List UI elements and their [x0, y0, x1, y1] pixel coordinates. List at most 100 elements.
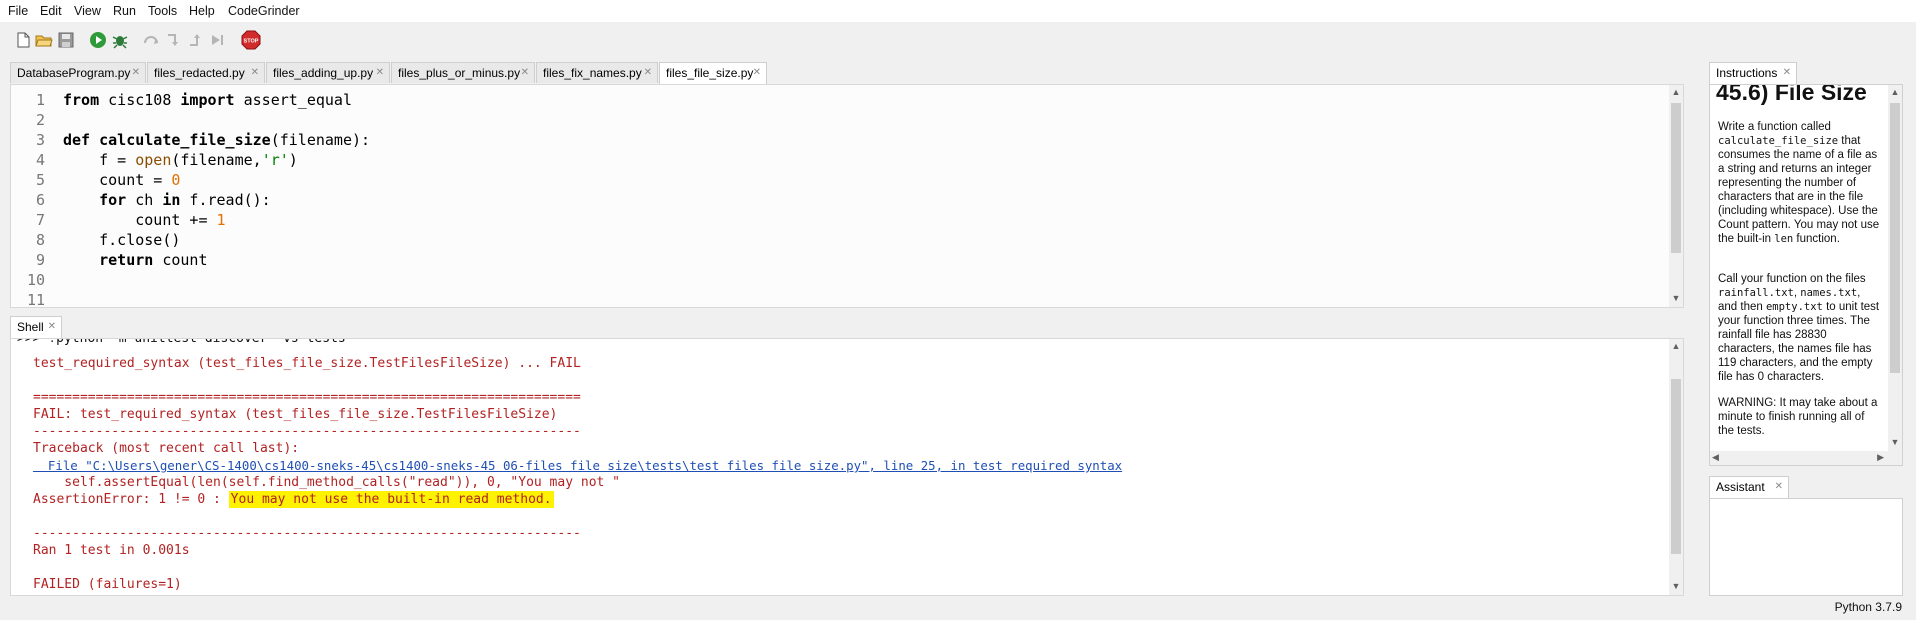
scroll-up-icon[interactable]: ▲ [1888, 87, 1902, 97]
line-number: 4 [35, 151, 45, 169]
shell-output-line: FAILED (failures=1) [33, 577, 182, 592]
interpreter-status[interactable]: Python 3.7.9 [1835, 600, 1902, 614]
code-line[interactable]: f.close() [63, 231, 180, 249]
shell-tab-bar: Shell ✕ [10, 316, 70, 338]
line-number: 8 [35, 231, 45, 249]
close-icon[interactable]: ✕ [376, 63, 384, 83]
tab-files-file-size[interactable]: files_file_size.py ✕ [659, 62, 767, 84]
scroll-down-icon[interactable]: ▼ [1888, 437, 1902, 447]
instructions-paragraph-2: Call your function on the files rainfall… [1718, 273, 1880, 383]
line-number: 6 [35, 191, 45, 209]
code-line[interactable]: for ch in f.read(): [63, 191, 271, 209]
tab-label: Instructions [1716, 66, 1778, 80]
tab-files-fix-names[interactable]: files_fix_names.py ✕ [536, 62, 658, 83]
tab-files-redacted[interactable]: files_redacted.py ✕ [147, 62, 265, 83]
instructions-title: 45.6) File Size [1716, 84, 1867, 105]
traceback-file-link[interactable]: File "C:\Users\gener\CS-1400\cs1400-snek… [33, 458, 1122, 473]
shell-output-line: test_required_syntax (test_files_file_si… [33, 356, 581, 371]
shell-separator: ----------------------------------------… [33, 526, 581, 541]
code-line[interactable]: count += 1 [63, 211, 225, 229]
assertion-error-prefix: AssertionError: 1 != 0 : [33, 492, 229, 507]
shell-output-line: Traceback (most recent call last): [33, 441, 300, 456]
tab-label: files_fix_names.py [543, 66, 642, 80]
code-line[interactable]: count = 0 [63, 171, 180, 189]
menu-run[interactable]: Run [113, 4, 136, 18]
close-icon[interactable]: ✕ [1783, 63, 1791, 83]
menu-file[interactable]: File [8, 4, 28, 18]
shell-console[interactable]: >>> !python -m unittest discover -vs tes… [10, 338, 1684, 596]
scroll-down-icon[interactable]: ▼ [1669, 581, 1683, 591]
scroll-left-icon[interactable]: ◀ [1712, 452, 1719, 463]
editor-tab-bar: DatabaseProgram.py ✕ files_redacted.py ✕ f… [10, 62, 1682, 84]
code-line[interactable]: return count [63, 251, 207, 269]
shell-scrollbar[interactable]: ▲ ▼ [1669, 339, 1683, 595]
close-icon[interactable]: ✕ [753, 63, 761, 83]
stop-icon[interactable]: STOP [241, 30, 261, 50]
line-number: 1 [35, 91, 45, 109]
menu-help[interactable]: Help [189, 4, 215, 18]
tab-databaseprogram[interactable]: DatabaseProgram.py ✕ [10, 62, 146, 83]
code-line[interactable]: from cisc108 import assert_equal [63, 91, 352, 109]
shell-separator: ----------------------------------------… [33, 424, 581, 439]
assistant-panel [1709, 498, 1903, 596]
menu-edit[interactable]: Edit [40, 4, 62, 18]
scroll-thumb[interactable] [1671, 379, 1681, 554]
tab-assistant[interactable]: Assistant ✕ [1709, 476, 1789, 498]
tab-label: DatabaseProgram.py [17, 66, 131, 80]
tab-label: Assistant [1716, 480, 1765, 494]
run-icon[interactable] [89, 31, 107, 49]
tab-instructions[interactable]: Instructions ✕ [1709, 62, 1797, 84]
new-file-icon[interactable] [14, 31, 32, 49]
instructions-panel: 45.6) File Size Write a function called … [1709, 84, 1903, 466]
tab-files-plus-or-minus[interactable]: files_plus_or_minus.py ✕ [391, 62, 535, 83]
scroll-up-icon[interactable]: ▲ [1669, 87, 1683, 97]
toolbar: STOP [0, 22, 1916, 58]
step-into-icon[interactable] [164, 31, 182, 49]
close-icon[interactable]: ✕ [48, 317, 56, 337]
close-icon[interactable]: ✕ [521, 63, 529, 83]
shell-prompt: >>> !python -m unittest discover -vs tes… [17, 338, 346, 346]
close-icon[interactable]: ✕ [1775, 477, 1783, 497]
debug-icon[interactable] [111, 31, 129, 49]
instructions-paragraph-1: Write a function called calculate_file_s… [1718, 121, 1880, 245]
tab-shell[interactable]: Shell ✕ [10, 316, 62, 338]
tab-files-adding-up[interactable]: files_adding_up.py ✕ [266, 62, 390, 83]
line-number: 10 [26, 271, 45, 289]
menu-tools[interactable]: Tools [148, 4, 177, 18]
step-out-icon[interactable] [186, 31, 204, 49]
scroll-thumb[interactable] [1890, 103, 1900, 373]
tab-label: Shell [17, 320, 44, 334]
code-line[interactable]: f = open(filename,'r') [63, 151, 298, 169]
instructions-paragraph-3: WARNING: It may take about a minute to f… [1718, 397, 1878, 437]
scroll-up-icon[interactable]: ▲ [1669, 341, 1683, 351]
shell-separator: ========================================… [33, 390, 581, 405]
close-icon[interactable]: ✕ [251, 63, 259, 83]
scroll-right-icon[interactable]: ▶ [1877, 452, 1884, 463]
line-number: 7 [35, 211, 45, 229]
scroll-down-icon[interactable]: ▼ [1669, 293, 1683, 303]
line-number: 11 [26, 291, 45, 308]
menu-view[interactable]: View [74, 4, 101, 18]
close-icon[interactable]: ✕ [132, 63, 140, 83]
menu-bar: File Edit View Run Tools Help CodeGrinde… [0, 0, 1916, 22]
instructions-hscrollbar[interactable]: ◀ ▶ [1710, 451, 1902, 465]
menu-codegrinder[interactable]: CodeGrinder [228, 4, 300, 18]
instructions-scrollbar[interactable]: ▲ ▼ [1888, 85, 1902, 451]
resume-icon[interactable] [208, 31, 226, 49]
line-number: 3 [35, 131, 45, 149]
tab-label: files_redacted.py [154, 66, 245, 80]
step-over-icon[interactable] [142, 31, 160, 49]
code-editor[interactable]: 1 2 3 4 5 6 7 8 9 10 11 from cisc108 imp… [10, 84, 1684, 308]
save-icon[interactable] [57, 31, 75, 49]
scroll-thumb[interactable] [1671, 103, 1681, 253]
highlighted-error-message: You may not use the built-in read method… [228, 491, 554, 508]
line-number: 9 [35, 251, 45, 269]
line-number-gutter: 1 2 3 4 5 6 7 8 9 10 11 [11, 85, 51, 307]
line-number: 5 [35, 171, 45, 189]
open-folder-icon[interactable] [35, 31, 53, 49]
editor-scrollbar[interactable]: ▲ ▼ [1669, 85, 1683, 307]
code-line[interactable]: def calculate_file_size(filename): [63, 131, 370, 149]
shell-output-line: FAIL: test_required_syntax (test_files_f… [33, 407, 558, 422]
close-icon[interactable]: ✕ [644, 63, 652, 83]
tab-label: files_plus_or_minus.py [398, 66, 521, 80]
